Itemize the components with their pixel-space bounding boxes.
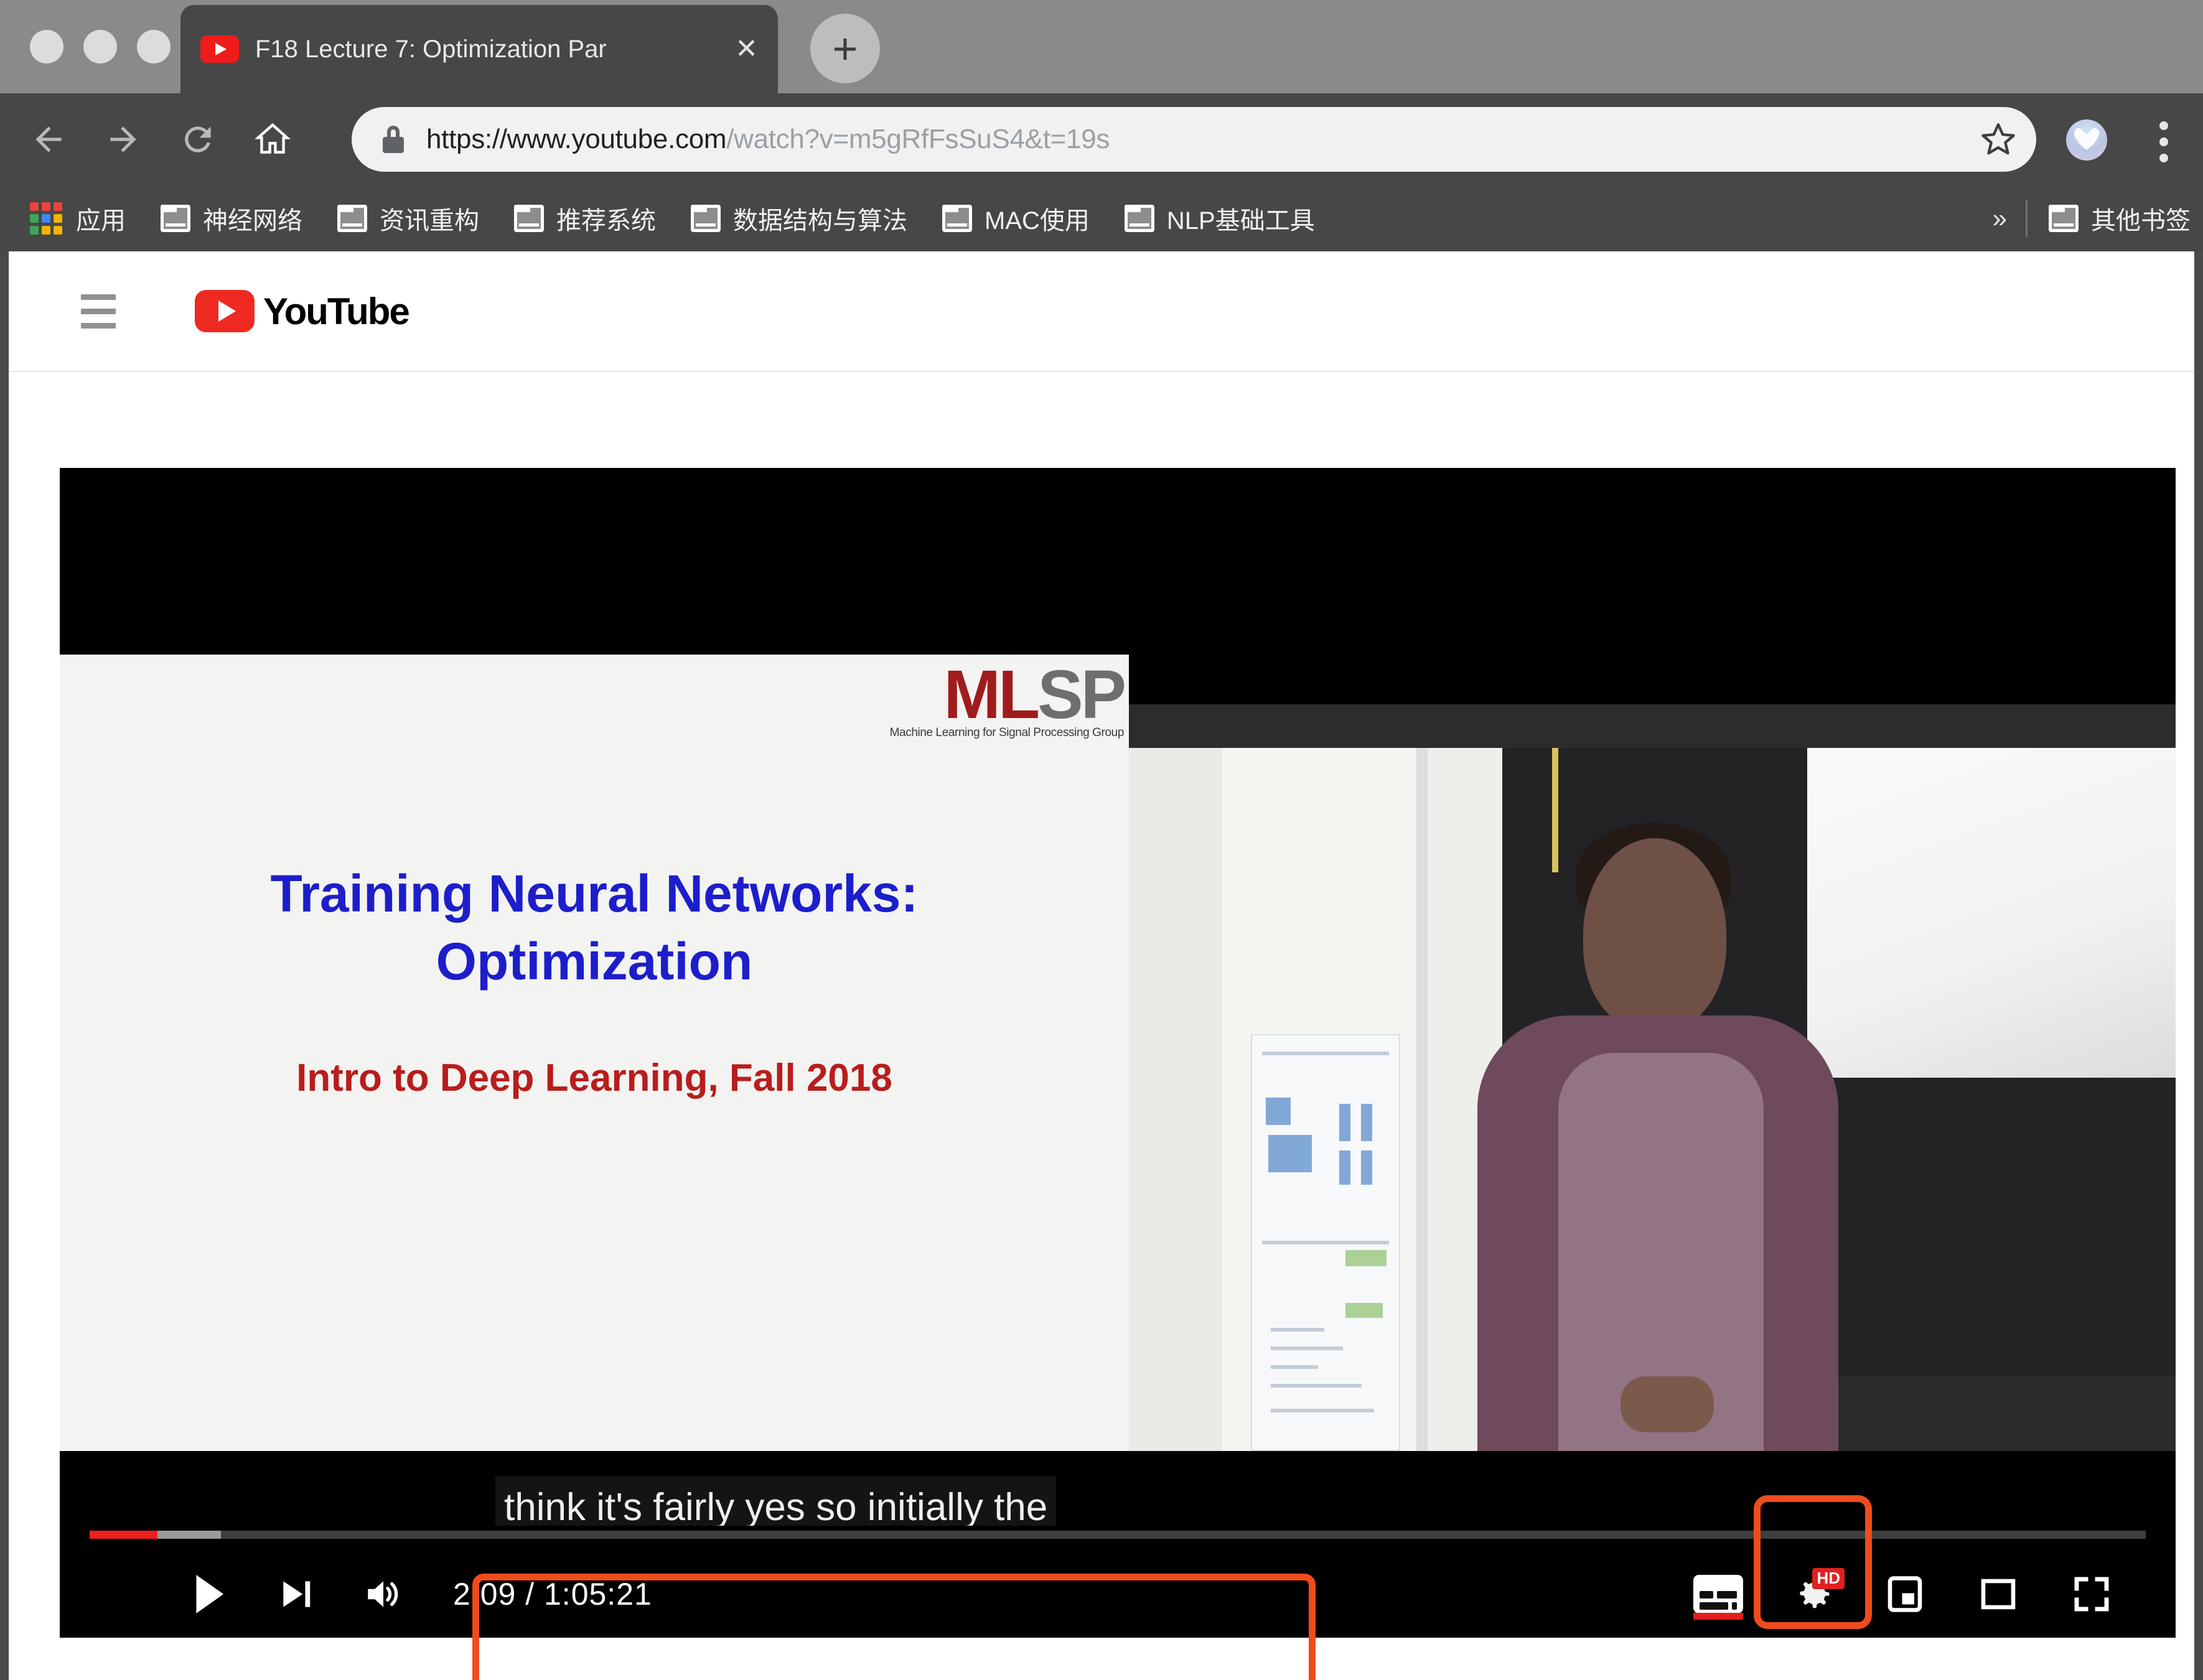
browser-tab-active[interactable]: F18 Lecture 7: Optimization Par ✕ bbox=[180, 5, 778, 93]
three-dot-menu-icon[interactable] bbox=[2159, 121, 2168, 162]
forward-arrow-icon[interactable] bbox=[86, 120, 161, 159]
folder-icon bbox=[337, 205, 367, 232]
mlsp-logo: MLSP Machine Learning for Signal Process… bbox=[889, 661, 1126, 739]
play-button[interactable] bbox=[166, 1564, 253, 1624]
settings-gear-button[interactable]: HD bbox=[1765, 1564, 1858, 1624]
folder-icon bbox=[1124, 205, 1154, 232]
bookmarks-divider bbox=[2026, 200, 2028, 237]
player-controls-right: HD bbox=[1672, 1564, 2138, 1624]
lock-icon bbox=[383, 126, 404, 153]
progress-bar[interactable] bbox=[90, 1531, 2146, 1539]
url-origin: https://www.youtube.com bbox=[426, 124, 727, 154]
bookmarks-bar: 应用 神经网络 资讯重构 推荐系统 数据结构与算法 MAC使用 NLP基础工具 … bbox=[0, 185, 2203, 251]
wall-poster bbox=[1251, 1034, 1400, 1451]
back-arrow-icon[interactable] bbox=[11, 120, 86, 159]
slide-subtitle: Intro to Deep Learning, Fall 2018 bbox=[296, 1057, 892, 1099]
youtube-favicon-icon bbox=[200, 35, 239, 63]
folder-icon bbox=[942, 205, 972, 232]
bookmark-folder-5[interactable]: NLP基础工具 bbox=[1124, 200, 1315, 236]
window-traffic-lights[interactable] bbox=[30, 30, 171, 63]
url-text: https://www.youtube.com/watch?v=m5gRfFsS… bbox=[426, 124, 1979, 155]
bookmark-folder-3[interactable]: 数据结构与算法 bbox=[691, 200, 907, 236]
bookmark-folder-0[interactable]: 神经网络 bbox=[161, 200, 302, 236]
time-display: 2:09 / 1:05:21 bbox=[453, 1577, 652, 1612]
fullscreen-button[interactable] bbox=[2045, 1564, 2138, 1624]
volume-button[interactable] bbox=[340, 1564, 427, 1624]
bookmark-label: 神经网络 bbox=[203, 207, 302, 235]
slide-title: Training Neural Networks: Optimization bbox=[60, 860, 1129, 996]
bookmark-folder-2[interactable]: 推荐系统 bbox=[514, 200, 656, 236]
new-tab-button[interactable]: + bbox=[810, 14, 880, 83]
slide-title-line1: Training Neural Networks: bbox=[270, 864, 919, 923]
slide-title-line2: Optimization bbox=[436, 932, 753, 991]
player-controls-left: 2:09 / 1:05:21 bbox=[166, 1564, 652, 1624]
folder-icon bbox=[691, 205, 721, 232]
tab-title: F18 Lecture 7: Optimization Par bbox=[255, 35, 607, 63]
miniplayer-button[interactable] bbox=[1858, 1564, 1952, 1624]
address-bar[interactable]: https://www.youtube.com/watch?v=m5gRfFsS… bbox=[352, 107, 2036, 172]
home-icon[interactable] bbox=[235, 120, 310, 159]
cc-active-underline bbox=[1693, 1613, 1743, 1620]
video-frame: MLSP Machine Learning for Signal Process… bbox=[60, 468, 2176, 1602]
bookmarks-overflow-chevron[interactable]: » bbox=[1993, 203, 2007, 233]
video-player[interactable]: MLSP Machine Learning for Signal Process… bbox=[60, 468, 2176, 1638]
bookmark-label: 资讯重构 bbox=[380, 207, 479, 235]
bookmark-label: 其他书签 bbox=[2091, 207, 2191, 235]
mlsp-subtext: Machine Learning for Signal Processing G… bbox=[889, 726, 1125, 739]
browser-window: F18 Lecture 7: Optimization Par ✕ + http… bbox=[0, 0, 2203, 1680]
close-window-button[interactable] bbox=[30, 30, 63, 63]
folder-icon bbox=[514, 205, 544, 232]
bookmark-folder-4[interactable]: MAC使用 bbox=[942, 200, 1090, 236]
mlsp-sp-text: SP bbox=[1037, 656, 1126, 733]
player-controls: 2:09 / 1:05:21 HD bbox=[60, 1495, 2176, 1638]
cc-icon bbox=[1693, 1575, 1743, 1613]
bookmark-label: 应用 bbox=[76, 207, 126, 235]
youtube-wordmark: YouTube bbox=[263, 290, 410, 332]
browser-toolbar: https://www.youtube.com/watch?v=m5gRfFsS… bbox=[0, 93, 2203, 185]
subtitles-cc-button[interactable] bbox=[1672, 1564, 1765, 1624]
bookmark-other[interactable]: 其他书签 bbox=[2049, 200, 2191, 236]
bookmark-folder-1[interactable]: 资讯重构 bbox=[337, 200, 479, 236]
maximize-window-button[interactable] bbox=[137, 30, 171, 63]
reload-icon[interactable] bbox=[161, 120, 235, 159]
page-viewport: YouTube cmu MLSP Machine Learning for Si… bbox=[9, 251, 2194, 1680]
folder-icon bbox=[2049, 205, 2079, 232]
bookmark-label: MAC使用 bbox=[985, 207, 1090, 235]
bookmark-label: 推荐系统 bbox=[556, 207, 656, 235]
youtube-play-icon bbox=[195, 290, 255, 332]
star-icon[interactable] bbox=[1979, 120, 2018, 159]
played-bar bbox=[90, 1531, 158, 1539]
bookmark-label: NLP基础工具 bbox=[1166, 207, 1315, 235]
tab-strip: F18 Lecture 7: Optimization Par ✕ + bbox=[0, 0, 2203, 93]
lecture-slide: MLSP Machine Learning for Signal Process… bbox=[60, 655, 1129, 1451]
mlsp-ml-text: ML bbox=[943, 656, 1040, 733]
youtube-masthead: YouTube bbox=[9, 251, 2194, 604]
quality-hd-badge: HD bbox=[1812, 1568, 1845, 1589]
apps-grid-icon bbox=[30, 202, 62, 235]
bookmark-apps[interactable]: 应用 bbox=[30, 200, 126, 236]
folder-icon bbox=[161, 205, 190, 232]
next-video-button[interactable] bbox=[253, 1564, 340, 1624]
profile-avatar[interactable] bbox=[2066, 119, 2107, 161]
hamburger-icon[interactable] bbox=[81, 294, 116, 329]
lecture-room-footage bbox=[1129, 704, 2176, 1451]
url-path: /watch?v=m5gRfFsSuS4&t=19s bbox=[726, 124, 1110, 154]
youtube-logo[interactable]: YouTube bbox=[195, 290, 410, 333]
close-icon[interactable]: ✕ bbox=[735, 35, 758, 63]
bookmark-label: 数据结构与算法 bbox=[733, 207, 907, 235]
minimize-window-button[interactable] bbox=[83, 30, 117, 63]
theater-mode-button[interactable] bbox=[1952, 1564, 2045, 1624]
